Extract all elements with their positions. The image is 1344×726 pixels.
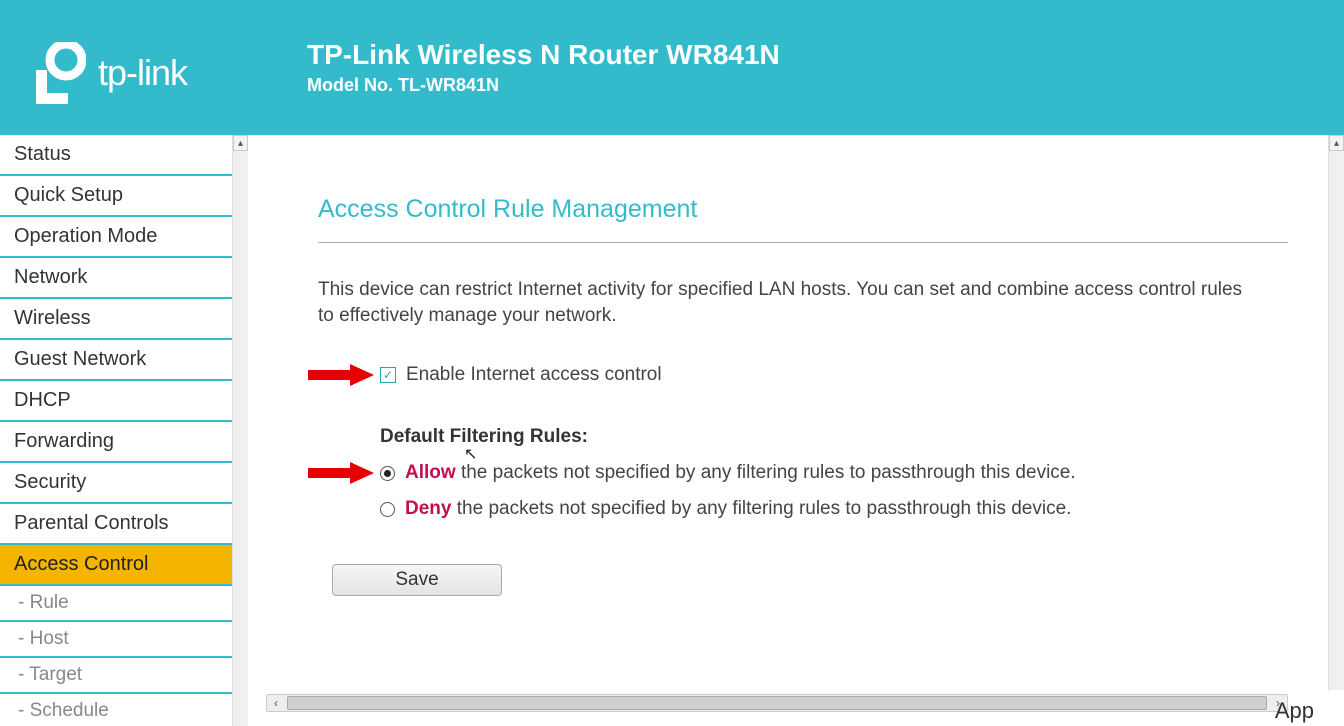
- content-vertical-scrollbar[interactable]: ▴: [1328, 135, 1344, 690]
- sidebar-subitem--host[interactable]: - Host: [0, 622, 232, 658]
- sidebar-scrollbar[interactable]: ▴: [232, 135, 248, 726]
- scroll-up-icon[interactable]: ▴: [233, 135, 248, 151]
- page-heading: Access Control Rule Management: [318, 195, 1288, 224]
- scroll-thumb[interactable]: [287, 696, 1267, 710]
- enable-checkbox[interactable]: ✓: [380, 367, 396, 383]
- sidebar-item-wireless[interactable]: Wireless: [0, 299, 232, 340]
- allow-radio[interactable]: [380, 466, 395, 481]
- content-horizontal-scrollbar[interactable]: ‹ ›: [266, 694, 1288, 712]
- sidebar-subitem--schedule[interactable]: - Schedule: [0, 694, 232, 726]
- sidebar-nav[interactable]: StatusQuick SetupOperation ModeNetworkWi…: [0, 135, 232, 726]
- save-button[interactable]: Save: [332, 564, 502, 596]
- scroll-up-icon[interactable]: ▴: [1329, 135, 1344, 151]
- filter-rules-heading: Default Filtering Rules:: [380, 426, 1288, 448]
- content-pane: Access Control Rule Management This devi…: [248, 135, 1328, 690]
- mouse-cursor-icon: ↖: [464, 444, 477, 464]
- sidebar-item-dhcp[interactable]: DHCP: [0, 381, 232, 422]
- model-number: Model No. TL-WR841N: [307, 75, 780, 96]
- sidebar-item-guest-network[interactable]: Guest Network: [0, 340, 232, 381]
- annotation-arrow-icon: [306, 362, 376, 388]
- allow-tail: the packets not specified by any filteri…: [456, 462, 1076, 483]
- scroll-left-icon[interactable]: ‹: [267, 696, 285, 710]
- enable-row: ✓ Enable Internet access control: [380, 364, 1288, 386]
- sidebar-item-security[interactable]: Security: [0, 463, 232, 504]
- sidebar-item-status[interactable]: Status: [0, 135, 232, 176]
- product-title: TP-Link Wireless N Router WR841N: [307, 39, 780, 71]
- divider: [318, 242, 1288, 243]
- enable-label: Enable Internet access control: [406, 364, 662, 386]
- tplink-logo-icon: [30, 42, 86, 104]
- sidebar-subitem--target[interactable]: - Target: [0, 658, 232, 694]
- deny-radio-row[interactable]: Deny the packets not specified by any fi…: [380, 498, 1288, 520]
- brand-logo: tp-link: [30, 42, 187, 104]
- sidebar-item-quick-setup[interactable]: Quick Setup: [0, 176, 232, 217]
- sidebar-subitem--rule[interactable]: - Rule: [0, 586, 232, 622]
- sidebar-item-network[interactable]: Network: [0, 258, 232, 299]
- deny-tail: the packets not specified by any filteri…: [451, 498, 1071, 519]
- footer-text: App: [1275, 698, 1314, 724]
- allow-radio-row[interactable]: Allow the packets not specified by any f…: [380, 462, 1288, 484]
- sidebar-item-access-control[interactable]: Access Control: [0, 545, 232, 586]
- sidebar-item-parental-controls[interactable]: Parental Controls: [0, 504, 232, 545]
- deny-word: Deny: [405, 498, 451, 519]
- brand-text: tp-link: [98, 52, 187, 94]
- annotation-arrow-icon: [306, 460, 376, 486]
- sidebar-item-forwarding[interactable]: Forwarding: [0, 422, 232, 463]
- sidebar-item-operation-mode[interactable]: Operation Mode: [0, 217, 232, 258]
- header: tp-link TP-Link Wireless N Router WR841N…: [0, 0, 1344, 135]
- allow-word: Allow: [405, 462, 456, 483]
- page-description: This device can restrict Internet activi…: [318, 277, 1258, 328]
- title-block: TP-Link Wireless N Router WR841N Model N…: [307, 39, 780, 96]
- deny-radio[interactable]: [380, 502, 395, 517]
